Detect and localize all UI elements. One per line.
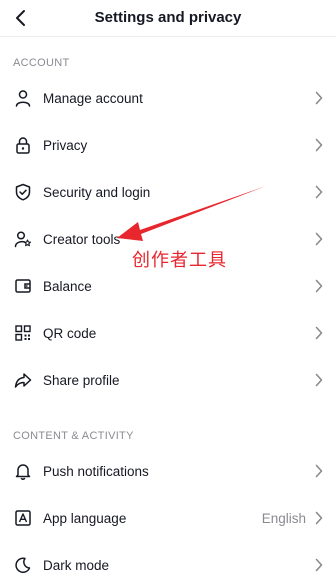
menu-item-security-login[interactable]: Security and login xyxy=(0,170,336,214)
moon-icon xyxy=(12,554,34,576)
menu-item-label: Push notifications xyxy=(43,463,149,479)
menu-item-dark-mode[interactable]: Dark mode xyxy=(0,543,336,587)
chevron-right-icon xyxy=(312,463,326,479)
menu-item-manage-account[interactable]: Manage account xyxy=(0,76,336,120)
menu-item-label: Security and login xyxy=(43,184,151,200)
menu-item-privacy[interactable]: Privacy xyxy=(0,123,336,167)
menu-item-label: Share profile xyxy=(43,372,120,388)
chevron-right-icon xyxy=(312,372,326,388)
menu-item-label: Creator tools xyxy=(43,231,121,247)
current-language-value: English xyxy=(261,510,306,526)
menu-item-label: Privacy xyxy=(43,137,88,153)
section-label-account: ACCOUNT xyxy=(13,57,70,69)
chevron-right-icon xyxy=(312,557,326,573)
menu-item-label: Balance xyxy=(43,278,92,294)
wallet-icon xyxy=(12,275,34,297)
chevron-right-icon xyxy=(312,90,326,106)
chevron-right-icon xyxy=(312,278,326,294)
menu-item-label: App language xyxy=(43,510,127,526)
chevron-right-icon xyxy=(312,184,326,200)
page-title: Settings and privacy xyxy=(94,9,242,26)
annotation-text: 创作者工具 xyxy=(132,250,227,271)
menu-item-label: Dark mode xyxy=(43,557,110,573)
section-label-content-activity: CONTENT & ACTIVITY xyxy=(13,430,134,442)
qr-code-icon xyxy=(12,322,34,344)
share-icon xyxy=(12,369,34,391)
chevron-right-icon xyxy=(312,137,326,153)
chevron-right-icon xyxy=(312,231,326,247)
menu-item-qr-code[interactable]: QR code xyxy=(0,311,336,355)
bell-icon xyxy=(12,460,34,482)
menu-item-app-language[interactable]: App language English xyxy=(0,496,336,540)
menu-item-label: QR code xyxy=(43,325,97,341)
lock-icon xyxy=(12,134,34,156)
menu-item-push-notifications[interactable]: Push notifications xyxy=(0,449,336,493)
chevron-right-icon xyxy=(312,510,326,526)
person-icon xyxy=(12,87,34,109)
chevron-right-icon xyxy=(312,325,326,341)
menu-item-label: Manage account xyxy=(43,90,143,106)
shield-check-icon xyxy=(12,181,34,203)
header-bar: Settings and privacy xyxy=(0,0,336,37)
person-star-icon xyxy=(12,228,34,250)
letter-a-icon xyxy=(12,507,34,529)
menu-item-share-profile[interactable]: Share profile xyxy=(0,358,336,402)
